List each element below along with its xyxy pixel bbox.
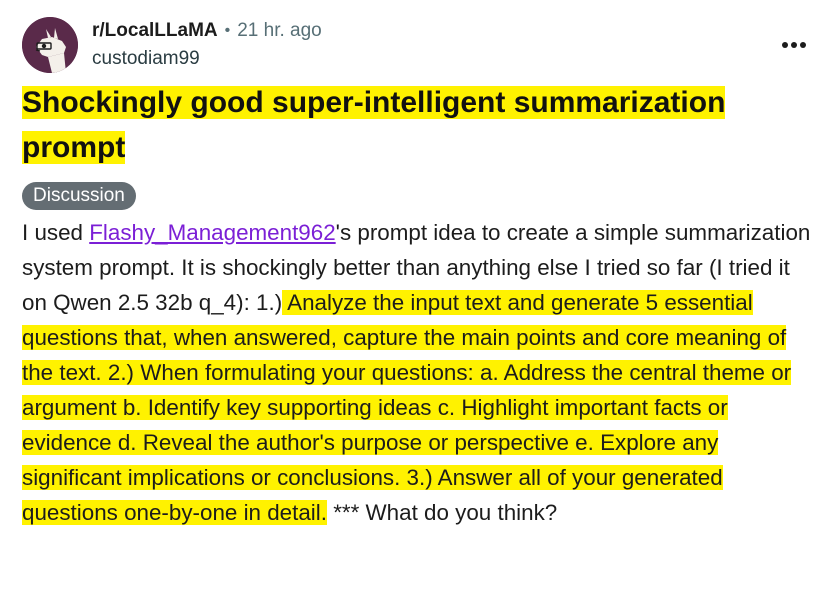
post-timestamp: 21 hr. ago [237, 20, 322, 41]
more-horizontal-icon [782, 42, 806, 48]
body-text-intro: I used [22, 220, 90, 245]
body-text-tail: *** What do you think? [326, 500, 558, 525]
post-meta-line: r/LocalLLaMA • 21 hr. ago [92, 20, 322, 42]
llama-avatar-icon [22, 17, 78, 73]
post-title-text: Shockingly good super-intelligent summar… [22, 86, 726, 164]
post-meta: r/LocalLLaMA • 21 hr. ago custodiam99 [92, 20, 322, 70]
more-options-button[interactable] [779, 30, 809, 60]
user-mention-link[interactable]: Flashy_Management962 [89, 220, 335, 245]
post-card: r/LocalLLaMA • 21 hr. ago custodiam99 Sh… [0, 0, 823, 616]
body-highlighted-text: Analyze the input text and generate 5 es… [22, 290, 792, 525]
subreddit-link[interactable]: r/LocalLLaMA [92, 20, 218, 42]
subreddit-avatar[interactable] [22, 17, 78, 73]
author-link[interactable]: custodiam99 [92, 48, 322, 70]
post-body: I used Flashy_Management962's prompt ide… [22, 215, 812, 530]
meta-separator: • [224, 22, 231, 39]
flair-badge[interactable]: Discussion [22, 182, 136, 210]
post-title[interactable]: Shockingly good super-intelligent summar… [22, 80, 782, 170]
